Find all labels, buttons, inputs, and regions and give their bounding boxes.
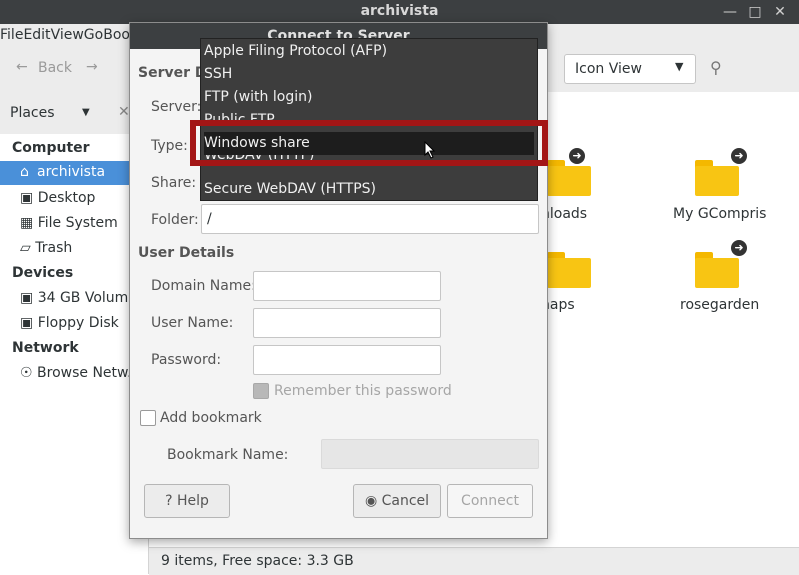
sidebar-item-desktop[interactable]: ▣ Desktop (20, 190, 95, 206)
connect-button[interactable]: Connect (447, 484, 533, 518)
places-label[interactable]: Places (10, 105, 55, 121)
minimize-icon[interactable]: — (720, 2, 740, 22)
status-bar: 9 items, Free space: 3.3 GB (149, 547, 799, 575)
sidebar-item-volume[interactable]: ▣ 34 GB Volume (20, 290, 137, 306)
sidebar-heading-network: Network (12, 340, 79, 356)
menu-bookmarks[interactable]: Boo (103, 24, 130, 46)
folder-icon[interactable]: ➜ (547, 148, 595, 200)
dropdown-option-afp[interactable]: Apple Filing Protocol (AFP) (204, 40, 534, 63)
sidebar-item-label: 34 GB Volume (37, 290, 137, 306)
folder-label[interactable]: My GCompris (673, 206, 766, 222)
back-label: Back (38, 60, 72, 76)
folder-label[interactable]: rosegarden (680, 297, 759, 313)
folder-input-value: / (207, 211, 212, 227)
share-label: Share: (151, 175, 197, 191)
status-text: 9 items, Free space: 3.3 GB (161, 553, 354, 569)
server-label: Server: (151, 99, 202, 115)
cancel-label: Cancel (381, 493, 430, 509)
username-label: User Name: (151, 315, 234, 331)
folder-body (547, 258, 591, 288)
bookmark-name-input[interactable] (321, 439, 539, 469)
domain-label: Domain Name: (151, 278, 256, 294)
help-button[interactable]: ? Help (144, 484, 230, 518)
sidebar-heading-computer: Computer (12, 140, 90, 156)
folder-input[interactable]: / (201, 204, 539, 234)
dropdown-option-ftp-login[interactable]: FTP (with login) (204, 86, 534, 109)
view-mode-label: Icon View (575, 61, 642, 77)
add-bookmark-label: Add bookmark (160, 410, 262, 426)
highlight-annotation (190, 120, 548, 166)
forward-arrow-icon[interactable]: → (86, 59, 98, 75)
remember-password-checkbox[interactable] (253, 383, 269, 399)
cancel-icon: ◉ (364, 493, 378, 509)
network-icon: ☉ (20, 365, 33, 381)
places-dropdown-icon[interactable]: ▼ (82, 107, 90, 118)
sidebar-heading-devices: Devices (12, 265, 74, 281)
password-input[interactable] (253, 345, 441, 375)
folder-icon[interactable]: ➜ (695, 240, 747, 292)
trash-icon: ▱ (20, 240, 31, 256)
chevron-down-icon: ▼ (675, 60, 684, 73)
sidebar-item-label: Browse Netw... (37, 365, 141, 381)
connect-label: Connect (461, 493, 519, 509)
window-title: archivista (360, 3, 439, 19)
folder-body (547, 166, 591, 196)
close-icon[interactable]: ✕ (770, 2, 790, 22)
sidebar-item-label: archivista (37, 164, 106, 180)
floppy-icon: ▣ (20, 315, 34, 331)
cancel-button[interactable]: ◉ Cancel (353, 484, 441, 518)
view-mode-select[interactable]: Icon View ▼ (564, 54, 696, 84)
link-badge-icon: ➜ (569, 148, 585, 164)
link-badge-icon: ➜ (731, 240, 747, 256)
disk-icon: ▣ (20, 290, 34, 306)
sidebar-item-archivista[interactable]: ⌂ archivista (0, 161, 148, 185)
folder-icon[interactable]: ➜ (695, 148, 747, 200)
close-sidebar-icon[interactable]: ✕ (118, 104, 130, 120)
domain-input[interactable] (253, 271, 441, 301)
sidebar-item-filesystem[interactable]: ▦ File System (20, 215, 118, 231)
window-titlebar: archivista — □ ✕ (0, 0, 799, 24)
help-icon: ? (165, 493, 173, 509)
username-input[interactable] (253, 308, 441, 338)
places-bar: Places ▼ ✕ (0, 92, 148, 134)
link-badge-icon: ➜ (731, 148, 747, 164)
drive-icon: ▦ (20, 215, 34, 231)
sidebar-item-label: Trash (35, 240, 73, 256)
menu-go[interactable]: Go (84, 24, 103, 46)
sidebar-item-label: Desktop (37, 190, 96, 206)
sidebar-item-label: Floppy Disk (37, 315, 119, 331)
sidebar-item-label: File System (37, 215, 118, 231)
search-icon[interactable]: ⚲ (710, 58, 722, 77)
home-icon: ⌂ (20, 164, 29, 180)
menu-edit[interactable]: Edit (23, 24, 50, 46)
sidebar-item-floppy[interactable]: ▣ Floppy Disk (20, 315, 119, 331)
sidebar: Computer ⌂ archivista ▣ Desktop ▦ File S… (0, 134, 149, 574)
help-label: Help (176, 493, 209, 509)
back-arrow-icon: ← (16, 59, 28, 75)
bookmark-name-label: Bookmark Name: (167, 447, 289, 463)
remember-password-label: Remember this password (274, 383, 452, 399)
sidebar-item-browse-network[interactable]: ☉ Browse Netw... (20, 365, 141, 381)
user-details-heading: User Details (138, 245, 235, 261)
maximize-icon[interactable]: □ (745, 2, 765, 22)
type-label: Type: (151, 138, 188, 154)
menu-view[interactable]: View (51, 24, 84, 46)
menu-file[interactable]: File (0, 24, 23, 46)
folder-body (695, 258, 739, 288)
folder-body (695, 166, 739, 196)
add-bookmark-checkbox[interactable] (140, 410, 156, 426)
folder-field-label: Folder: (151, 212, 199, 228)
dropdown-option-secure-webdav[interactable]: Secure WebDAV (HTTPS) (204, 178, 534, 200)
mouse-cursor-icon (424, 141, 436, 159)
folder-icon[interactable] (547, 252, 595, 292)
dropdown-option-ssh[interactable]: SSH (204, 63, 534, 86)
sidebar-item-trash[interactable]: ▱ Trash (20, 240, 72, 256)
desktop-icon: ▣ (20, 190, 34, 206)
password-label: Password: (151, 352, 222, 368)
